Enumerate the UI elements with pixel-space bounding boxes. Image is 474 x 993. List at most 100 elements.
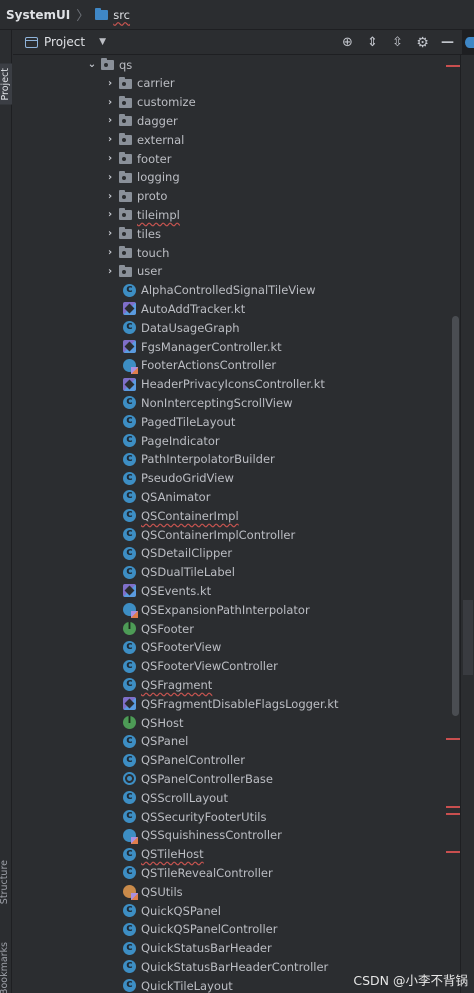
tree-folder-carrier[interactable]: › carrier — [13, 74, 453, 93]
java-class-icon — [123, 940, 136, 955]
tree-file-item[interactable]: QSFragmentDisableFlagsLogger.kt — [13, 694, 453, 713]
java-class-icon — [123, 451, 136, 466]
tree-file-item[interactable]: QSScrollLayout — [13, 788, 453, 807]
package-folder-icon — [119, 170, 132, 183]
crosshair-icon[interactable]: ⊕ — [335, 35, 360, 50]
chevron-right-icon[interactable]: › — [103, 153, 117, 164]
chevron-down-icon[interactable]: ⌄ — [85, 59, 99, 70]
chevron-right-icon[interactable]: › — [103, 134, 117, 145]
java-class-icon — [123, 977, 136, 993]
tree-file-item[interactable]: PagedTileLayout — [13, 412, 453, 431]
tree-file-item[interactable]: QSHost — [13, 713, 453, 732]
tree-file-item[interactable]: QSTileRevealController — [13, 863, 453, 882]
tree-folder-tiles[interactable]: › tiles — [13, 224, 453, 243]
tree-folder-logging[interactable]: › logging — [13, 168, 453, 187]
tree-file-item[interactable]: FgsManagerController.kt — [13, 337, 453, 356]
tree-item-label: touch — [137, 245, 170, 260]
project-view-label: Project — [44, 35, 86, 49]
tree-file-item[interactable]: QSFooterView — [13, 638, 453, 657]
tree-file-item[interactable]: QSPanelController — [13, 751, 453, 770]
breadcrumb-folder[interactable]: src — [113, 8, 130, 22]
tree-folder-proto[interactable]: › proto — [13, 187, 453, 206]
chevron-right-icon[interactable]: › — [103, 191, 117, 202]
chevron-right-icon[interactable]: › — [103, 209, 117, 220]
tree-folder-tileimpl[interactable]: › tileimpl — [13, 205, 453, 224]
package-folder-icon — [119, 189, 132, 202]
tree-folder-qs[interactable]: ⌄ qs — [13, 55, 453, 74]
structure-tool-tab[interactable]: Structure — [0, 860, 10, 904]
tree-file-item[interactable]: QSPanelControllerBase — [13, 769, 453, 788]
tree-item-label: QSFooterViewController — [141, 659, 278, 674]
tree-item-label: FooterActionsController — [141, 358, 277, 373]
chevron-right-icon[interactable]: › — [103, 172, 117, 183]
tree-file-item[interactable]: QSPanel — [13, 732, 453, 751]
java-class-icon — [123, 639, 136, 654]
minimize-icon[interactable]: — — [435, 35, 460, 50]
package-folder-icon — [119, 114, 132, 127]
tree-file-item[interactable]: QuickQSPanel — [13, 901, 453, 920]
java-class-icon — [123, 432, 136, 447]
tree-item-label: tiles — [137, 226, 161, 241]
package-folder-icon — [119, 76, 132, 89]
java-class-icon — [123, 902, 136, 917]
chevron-right-icon[interactable]: › — [103, 115, 117, 126]
vertical-scrollbar-thumb[interactable] — [452, 316, 459, 716]
tree-folder-touch[interactable]: › touch — [13, 243, 453, 262]
tree-file-item[interactable]: FooterActionsController — [13, 356, 453, 375]
project-tool-tab[interactable]: Project — [0, 64, 12, 105]
kotlin-file-icon — [123, 697, 136, 711]
tree-file-item[interactable]: QSEvents.kt — [13, 581, 453, 600]
tree-file-item[interactable]: PseudoGridView — [13, 469, 453, 488]
tree-file-item[interactable]: QSContainerImpl — [13, 506, 453, 525]
java-class-icon — [123, 413, 136, 429]
side-tab-icon[interactable] — [462, 30, 474, 55]
java-class-icon — [123, 470, 136, 485]
collapse-all-icon[interactable]: ⇳ — [385, 35, 410, 50]
java-class-icon — [123, 282, 136, 297]
tree-item-label: QSAnimator — [141, 489, 211, 504]
chevron-right-icon[interactable]: › — [103, 266, 117, 277]
chevron-right-icon[interactable]: › — [103, 78, 117, 89]
tree-file-item[interactable]: QSDualTileLabel — [13, 563, 453, 582]
folder-icon — [95, 7, 109, 20]
tree-file-item[interactable]: QSUtils — [13, 882, 453, 901]
breadcrumb-project[interactable]: SystemUI — [6, 8, 70, 22]
window-icon — [25, 36, 38, 48]
tree-file-item[interactable]: QSContainerImplController — [13, 525, 453, 544]
package-folder-icon — [119, 264, 132, 277]
bookmarks-tool-tab[interactable]: Bookmarks — [0, 942, 10, 993]
tree-file-item[interactable]: QSExpansionPathInterpolator — [13, 600, 453, 619]
tree-folder-customize[interactable]: › customize — [13, 93, 453, 112]
tree-item-label: QSUtils — [141, 884, 183, 899]
tree-file-item[interactable]: QSTileHost — [13, 845, 453, 864]
tree-file-item[interactable]: PageIndicator — [13, 431, 453, 450]
tree-file-item[interactable]: QuickStatusBarHeader — [13, 939, 453, 958]
expand-all-icon[interactable]: ⇕ — [360, 35, 385, 50]
tree-file-item[interactable]: HeaderPrivacyIconsController.kt — [13, 375, 453, 394]
tree-file-item[interactable]: QSFragment — [13, 675, 453, 694]
tree-folder-dagger[interactable]: › dagger — [13, 111, 453, 130]
chevron-right-icon[interactable]: › — [103, 228, 117, 239]
tree-file-item[interactable]: QSSquishinessController — [13, 826, 453, 845]
tree-folder-external[interactable]: › external — [13, 130, 453, 149]
tree-file-item[interactable]: DataUsageGraph — [13, 318, 453, 337]
tree-file-item[interactable]: QSDetailClipper — [13, 544, 453, 563]
tree-file-item[interactable]: QSAnimator — [13, 487, 453, 506]
chevron-right-icon[interactable]: › — [103, 97, 117, 108]
tree-file-item[interactable]: AlphaControlledSignalTileView — [13, 281, 453, 300]
tree-folder-footer[interactable]: › footer — [13, 149, 453, 168]
tree-folder-user[interactable]: › user — [13, 262, 453, 281]
tree-file-item[interactable]: AutoAddTracker.kt — [13, 299, 453, 318]
package-folder-icon — [119, 95, 132, 108]
tree-file-item[interactable]: NonInterceptingScrollView — [13, 393, 453, 412]
tree-file-item[interactable]: QuickQSPanelController — [13, 920, 453, 939]
chevron-right-icon[interactable]: › — [103, 247, 117, 258]
tree-item-label: NonInterceptingScrollView — [141, 395, 293, 410]
tree-file-item[interactable]: PathInterpolatorBuilder — [13, 450, 453, 469]
tree-file-item[interactable]: QSFooterViewController — [13, 657, 453, 676]
tree-file-item[interactable]: QSSecurityFooterUtils — [13, 807, 453, 826]
tree-file-item[interactable]: QSFooter — [13, 619, 453, 638]
gear-icon[interactable]: ⚙ — [410, 35, 435, 51]
project-view-selector[interactable]: Project ▼ — [25, 35, 106, 49]
project-toolwindow-header: Project ▼ ⊕ ⇕ ⇳ ⚙ — — [13, 30, 474, 55]
